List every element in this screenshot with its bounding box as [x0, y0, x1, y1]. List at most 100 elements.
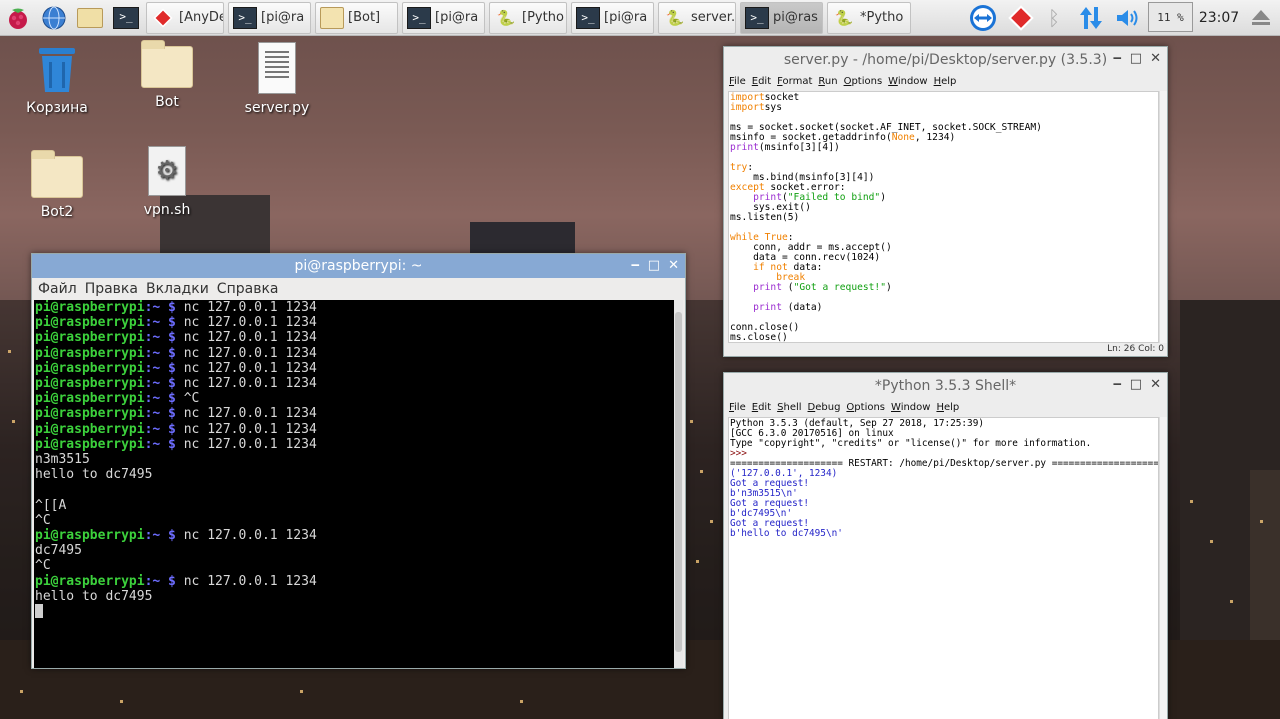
close-icon[interactable]: ✕	[1150, 51, 1161, 66]
output-text: hello to dc7495	[35, 467, 153, 483]
prompt-path: :~ $	[144, 315, 184, 331]
menu-edit[interactable]: Edit	[752, 76, 771, 87]
menu-run[interactable]: Run	[818, 76, 837, 87]
desktop-icon-vpn-sh[interactable]: ⚙ vpn.sh	[122, 146, 212, 218]
menu-format[interactable]: Format	[777, 76, 812, 87]
eject-icon[interactable]	[1246, 2, 1276, 34]
terminal-scrollbar[interactable]	[674, 300, 683, 668]
file-manager-icon[interactable]	[75, 3, 105, 33]
menu-options[interactable]: Options	[846, 402, 885, 413]
desktop-icon-trash[interactable]: Корзина	[12, 44, 102, 116]
maximize-icon[interactable]: □	[648, 258, 660, 273]
code-line: Got a request!	[730, 499, 1158, 509]
python-icon: 🐍	[665, 8, 685, 27]
code-line: Type "copyright", "credits" or "license(…	[730, 439, 1158, 449]
code-line: conn.close()	[730, 323, 1158, 333]
raspberry-menu-icon[interactable]	[3, 3, 33, 33]
menu-edit[interactable]: Правка	[85, 281, 138, 297]
menu-edit[interactable]: Edit	[752, 402, 771, 413]
menu-shell[interactable]: Shell	[777, 402, 801, 413]
command-text: nc 127.0.0.1 1234	[183, 315, 317, 331]
output-text: ^C	[35, 512, 51, 528]
terminal-line: pi@raspberrypi:~ $ nc 127.0.0.1 1234	[35, 528, 674, 543]
output-text: dc7495	[35, 543, 82, 559]
terminal-line: pi@raspberrypi:~ $ nc 127.0.0.1 1234	[35, 330, 674, 345]
close-icon[interactable]: ✕	[668, 258, 679, 273]
task-python-shell[interactable]: 🐍 *Pytho	[827, 1, 911, 34]
task-label: *Pytho	[860, 10, 904, 25]
web-browser-icon[interactable]	[39, 3, 69, 33]
terminal-output[interactable]: pi@raspberrypi:~ $ nc 127.0.0.1 1234 pi@r…	[34, 300, 674, 668]
maximize-icon[interactable]: □	[1130, 377, 1142, 392]
menu-window[interactable]: Window	[891, 402, 930, 413]
desktop-icon-bot[interactable]: Bot	[122, 40, 212, 110]
command-text: nc 127.0.0.1 1234	[183, 436, 317, 452]
task-terminal-3[interactable]: >_ [pi@ra	[571, 1, 654, 34]
menu-window[interactable]: Window	[888, 76, 927, 87]
terminal-line: pi@raspberrypi:~ $ nc 127.0.0.1 1234	[35, 422, 674, 437]
editor-titlebar[interactable]: server.py - /home/pi/Desktop/server.py (…	[724, 47, 1167, 72]
task-python-1[interactable]: 🐍 [Pytho	[489, 1, 567, 34]
menu-options[interactable]: Options	[844, 76, 883, 87]
code-line: ms.listen(5)	[730, 213, 1158, 223]
close-icon[interactable]: ✕	[1150, 377, 1161, 392]
terminal-window[interactable]: pi@raspberrypi: ~ ‒ □ ✕ Файл Правка Вкла…	[31, 253, 686, 669]
task-server-py[interactable]: 🐍 server.	[658, 1, 736, 34]
menu-help[interactable]: Help	[934, 76, 957, 87]
output-text: ^[[A	[35, 497, 67, 513]
task-anydesk[interactable]: [AnyDe	[146, 1, 224, 34]
shell-output-area[interactable]: Python 3.5.3 (default, Sep 27 2018, 17:2…	[728, 417, 1159, 719]
code-token: ms.listen(5)	[730, 212, 800, 223]
minimize-icon[interactable]: ‒	[631, 258, 640, 273]
task-terminal-active[interactable]: >_ pi@ras	[740, 1, 823, 34]
task-terminal-1[interactable]: >_ [pi@ra	[228, 1, 311, 34]
menu-help[interactable]: Help	[936, 402, 959, 413]
idle-editor-window[interactable]: server.py - /home/pi/Desktop/server.py (…	[723, 46, 1168, 357]
minimize-icon[interactable]: ‒	[1113, 377, 1122, 392]
editor-code-area[interactable]: importsocket importsys ms = socket.socket…	[728, 91, 1159, 343]
trash-icon	[35, 44, 79, 94]
task-terminal-2[interactable]: >_ [pi@ra	[402, 1, 485, 34]
teamviewer-icon[interactable]	[965, 2, 1001, 34]
task-bot-folder[interactable]: [Bot]	[315, 1, 398, 34]
terminal-titlebar[interactable]: pi@raspberrypi: ~ ‒ □ ✕	[32, 254, 685, 278]
terminal-launcher-icon[interactable]: >_	[111, 3, 141, 33]
menu-file[interactable]: Файл	[38, 281, 77, 297]
code-line: importsocket	[730, 93, 1158, 103]
idle-shell-window[interactable]: *Python 3.5.3 Shell* ‒ □ ✕ File Edit Shell…	[723, 372, 1168, 719]
terminal-line: pi@raspberrypi:~ $ nc 127.0.0.1 1234	[35, 361, 674, 376]
network-updown-icon[interactable]	[1073, 2, 1109, 34]
desktop-icon-label: Bot2	[40, 204, 74, 220]
output-text: hello to dc7495	[35, 588, 153, 604]
shell-titlebar[interactable]: *Python 3.5.3 Shell* ‒ □ ✕	[724, 373, 1167, 398]
desktop-icon-bot2[interactable]: Bot2	[12, 150, 102, 220]
task-label: [pi@ra	[604, 10, 648, 25]
menu-file[interactable]: File	[729, 402, 746, 413]
editor-title: server.py - /home/pi/Desktop/server.py (…	[783, 51, 1108, 68]
volume-icon[interactable]	[1112, 2, 1142, 34]
menu-debug[interactable]: Debug	[808, 402, 841, 413]
code-token: , 1234)	[914, 132, 956, 143]
menu-help[interactable]: Справка	[217, 281, 279, 297]
anydesk-tray-icon[interactable]	[1003, 2, 1039, 34]
code-line: b'hello to dc7495\n'	[730, 529, 1158, 539]
editor-scrollbar[interactable]	[1159, 91, 1167, 343]
minimize-icon[interactable]: ‒	[1113, 51, 1122, 66]
clock[interactable]: 23:07	[1196, 2, 1242, 34]
maximize-icon[interactable]: □	[1130, 51, 1142, 66]
text-file-icon	[258, 42, 296, 94]
terminal-line: pi@raspberrypi:~ $ nc 127.0.0.1 1234	[35, 300, 674, 315]
menu-tabs[interactable]: Вкладки	[146, 281, 209, 297]
shell-scrollbar[interactable]	[1159, 417, 1167, 719]
prompt-user: pi@raspberrypi	[35, 573, 145, 589]
prompt-user: pi@raspberrypi	[35, 300, 145, 315]
menu-file[interactable]: File	[729, 76, 746, 87]
prompt-user: pi@raspberrypi	[35, 421, 145, 437]
task-label: [pi@ra	[261, 10, 305, 25]
prompt-user: pi@raspberrypi	[35, 315, 145, 331]
cpu-usage-text: 11 %	[1157, 10, 1184, 24]
bluetooth-icon[interactable]: ᛒ	[1041, 2, 1067, 34]
desktop-icon-server-py[interactable]: server.py	[232, 42, 322, 116]
command-text: nc 127.0.0.1 1234	[183, 376, 317, 392]
